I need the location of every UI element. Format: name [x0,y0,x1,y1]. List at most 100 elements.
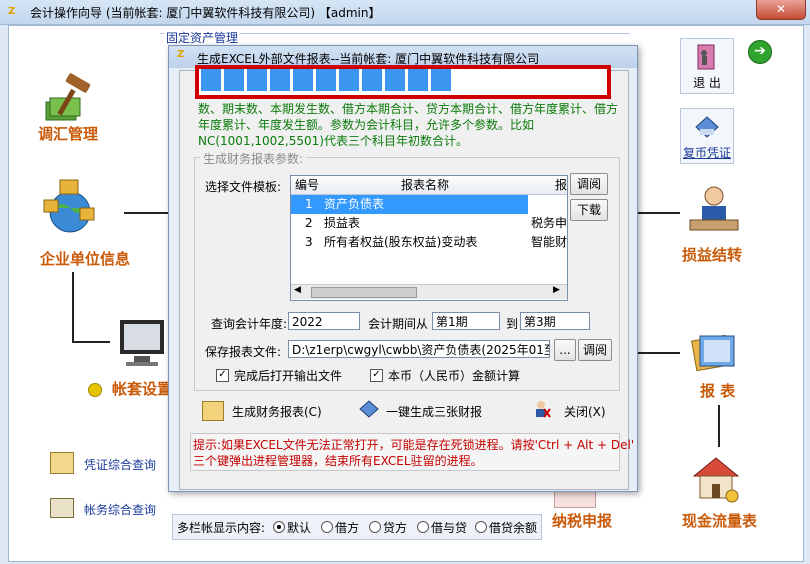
radio-both-label[interactable]: 借与贷 [431,519,467,536]
hint-box: 提示:如果EXCEL文件无法正常打开，可能是存在死锁进程。请按'Ctrl + A… [190,433,634,471]
exit-button[interactable]: 退 出 [680,38,734,94]
save-label: 保存报表文件: [205,345,282,359]
period-to-input[interactable]: 第3期 [520,312,590,330]
rebuild-voucher-label: 复币凭证 [682,146,731,160]
progress-bar [195,65,611,99]
scroll-left-icon[interactable]: ◀ [294,285,301,295]
row-type: 税务申 [531,197,568,211]
scroll-thumb[interactable] [311,287,417,298]
radio-both[interactable] [417,521,429,533]
scroll-right-icon[interactable]: ▶ [553,285,560,295]
exit-label: 退 出 [693,76,721,90]
tray-icon[interactable] [358,399,380,419]
table-row[interactable]: 1 资产负债表 税务申 [291,195,567,214]
book-settings-icon-wrap[interactable] [116,318,168,371]
table-row[interactable]: 3 所有者权益(股东权益)变动表 智能财 [291,233,567,252]
row-name: 损益表 [324,216,361,230]
fixed-assets-label[interactable]: 固定资产管理 [164,29,241,46]
cashflow-label[interactable]: 现金流量表 [682,510,757,531]
unit-info-icon-wrap[interactable] [40,178,100,241]
currency-label[interactable]: 本币（人民币）金额计算 [388,367,520,384]
row-no: 2 [305,216,313,230]
progress-segment [247,69,267,91]
reports-label[interactable]: 报 表 [700,380,735,401]
connector-arrow [124,212,168,214]
radio-credit-label[interactable]: 贷方 [383,519,407,536]
generate-button[interactable]: 生成财务报表(C) [232,403,322,420]
close-button[interactable]: 关闭(X) [564,403,606,420]
progress-segment [316,69,336,91]
three-reports-button[interactable]: 一键生成三张财报 [386,403,482,420]
radio-balance[interactable] [475,521,487,533]
progress-segment [339,69,359,91]
close-person-icon[interactable] [530,399,552,419]
person-desk-icon [689,186,739,231]
browse-button[interactable]: 调阅 [570,173,608,195]
rebuild-voucher-button[interactable]: 复币凭证 [680,108,734,164]
window-titlebar: Z 会计操作向导 (当前帐套: 厦门中翼软件科技有限公司) 【admin】 ✕ [0,0,810,25]
cashflow-icon-wrap[interactable] [690,456,742,507]
app-icon: Z [8,6,16,17]
window-close-button[interactable]: ✕ [756,0,806,20]
voucher-query-icon[interactable] [50,452,74,474]
unit-info-label[interactable]: 企业单位信息 [40,248,130,269]
account-query-link[interactable]: 帐务综合查询 [84,501,156,518]
radio-default[interactable] [273,521,285,533]
pl-closing-icon-wrap[interactable] [686,182,742,239]
row-name: 资产负债表 [324,197,385,211]
book-settings-label[interactable]: 帐套设置 [112,378,172,399]
progress-segment [408,69,428,91]
connector-arrow [636,352,680,354]
dots-button[interactable]: ... [554,339,576,361]
tray-svg [359,400,379,418]
row-no: 3 [305,235,313,249]
desc-line-3: NC(1001,1002,5501)代表三个科目年初数合计。 [198,134,468,148]
period-from-input[interactable]: 第1期 [432,312,500,330]
tax-label[interactable]: 纳税申报 [552,510,612,531]
globe-boxes-icon [43,179,95,233]
radio-debit-label[interactable]: 借方 [335,519,359,536]
multi-col-label: 多栏帐显示内容: [177,521,266,535]
pl-closing-label[interactable]: 损益结转 [682,244,742,265]
open-after-checkbox[interactable]: ✓ [216,369,229,382]
params-group-label: 生成财务报表参数: [200,150,307,167]
generate-icon[interactable] [202,401,224,421]
browse2-button[interactable]: 调阅 [578,339,612,361]
to-label: 到 [506,317,519,331]
inbox-icon [695,116,719,138]
radio-debit[interactable] [321,521,333,533]
row-name: 所有者权益(股东权益)变动表 [324,235,478,249]
connector-line [72,272,74,342]
progress-segment [293,69,313,91]
reports-icon-wrap[interactable] [688,328,742,377]
download-button[interactable]: 下载 [570,199,608,221]
radio-credit[interactable] [369,521,381,533]
bullet-icon [88,383,102,397]
open-after-label[interactable]: 完成后打开输出文件 [234,367,342,384]
table-row[interactable]: 2 损益表 税务申 [291,214,567,233]
desc-line-1: 数、期末数、本期发生数、借方本期合计、贷方本期合计、借方年度累计、借方 [198,102,619,116]
year-input[interactable]: 2022 [288,312,360,330]
window-title: 会计操作向导 (当前帐套: 厦门中翼软件科技有限公司) 【admin】 [30,6,381,20]
next-arrow-icon[interactable]: ➔ [748,40,772,64]
exit-door-icon [697,44,715,70]
desc-line-2: 年度累计、年度发生额。参数为会计科目，允许多个参数。比如 [198,118,535,132]
col-type[interactable]: 报 [555,176,567,194]
progress-segment [431,69,451,91]
row-type: 智能财 [531,235,568,249]
house-coins-icon [692,457,740,503]
multi-col-bar: 多栏帐显示内容: 默认 借方 贷方 借与贷 借贷余额 [172,514,542,540]
template-grid[interactable]: 编号 报表名称 报 1 资产负债表 税务申 2 损益表 税务申 3 所有者权益(… [290,175,568,301]
voucher-query-link[interactable]: 凭证综合查询 [84,456,156,473]
col-no[interactable]: 编号 [295,176,325,194]
adjust-label[interactable]: 调汇管理 [38,123,98,144]
currency-checkbox[interactable]: ✓ [370,369,383,382]
radio-default-label[interactable]: 默认 [287,519,311,536]
computer-icon [120,320,164,366]
radio-balance-label[interactable]: 借贷余额 [489,519,537,536]
save-path-input[interactable]: D:\z1erp\cwgyl\cwbb\资产负债表(2025年01至03 [288,340,550,358]
book-open-icon[interactable] [50,498,74,518]
grid-hscrollbar[interactable]: ◀ ▶ [291,284,567,299]
col-name[interactable]: 报表名称 [401,176,481,194]
year-label: 查询会计年度: [211,317,288,331]
